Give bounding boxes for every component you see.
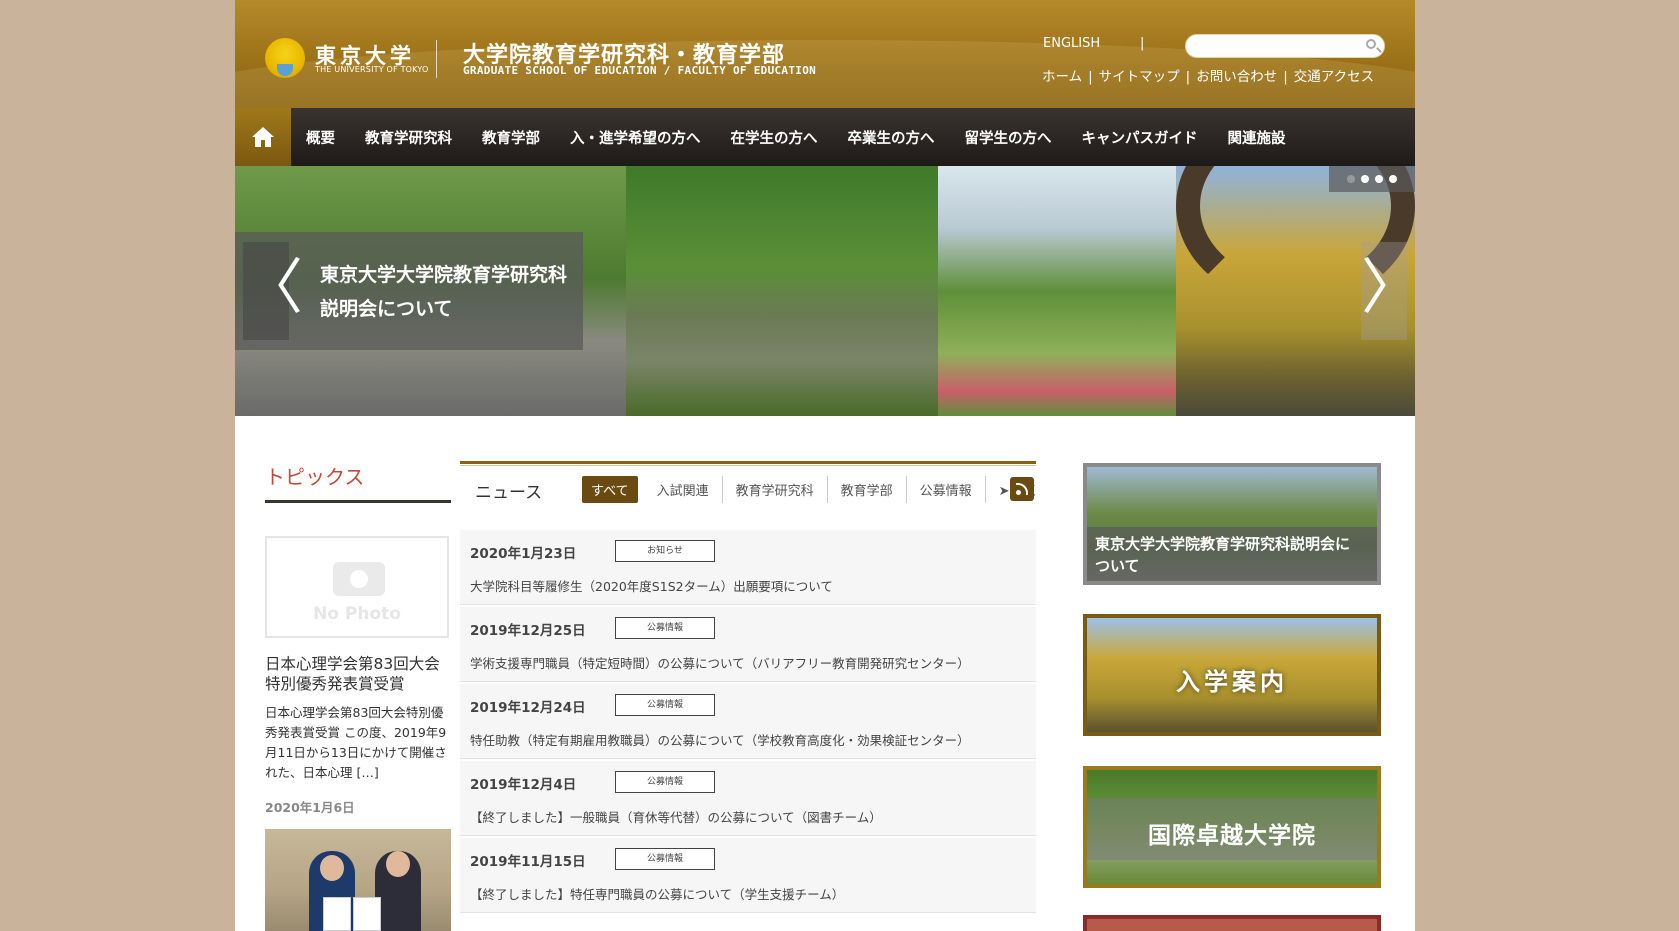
news-date: 2020年1月23日 [470, 546, 577, 562]
nav-item-international[interactable]: 留学生の方へ [950, 127, 1067, 148]
admission-banner-text: 入学案内 [1176, 668, 1288, 696]
news-date: 2019年11月15日 [470, 854, 586, 870]
util-link-contact[interactable]: お問い合わせ [1196, 69, 1277, 85]
news-tab-all[interactable]: すべて [582, 476, 638, 503]
nav-item-campus-guide[interactable]: キャンパスガイド [1067, 127, 1213, 148]
search-icon[interactable] [1366, 39, 1376, 49]
global-graduate-banner-text: 国際卓越大学院 [1148, 823, 1316, 849]
rss-icon[interactable] [1010, 477, 1034, 501]
nav-item-alumni[interactable]: 卒業生の方へ [833, 127, 950, 148]
nav-item-students[interactable]: 在学生の方へ [716, 127, 833, 148]
news-top-border-light [460, 465, 1036, 466]
slider-dot-4[interactable] [1389, 175, 1397, 183]
news-category-badge: 公募情報 [615, 848, 715, 870]
news-category-badge: 公募情報 [615, 617, 715, 639]
news-tabs: すべて 入試関連 教育学研究科 教育学部 公募情報 ➤一覧 [582, 476, 1042, 503]
util-link-sitemap[interactable]: サイトマップ [1099, 69, 1180, 85]
topics-title: トピックス [265, 465, 365, 489]
logo-divider [436, 40, 437, 78]
util-link-access[interactable]: 交通アクセス [1294, 69, 1374, 85]
university-name-en[interactable]: THE UNIVERSITY OF TOKYO [315, 65, 428, 74]
nav-item-graduate-school[interactable]: 教育学研究科 [350, 127, 467, 148]
news-category-badge: 公募情報 [615, 694, 715, 716]
topic-photo[interactable] [265, 829, 451, 931]
site-header: 東京大学 THE UNIVERSITY OF TOKYO 大学院教育学研究科・教… [235, 0, 1415, 108]
util-separator: | [1088, 69, 1093, 85]
photo-person-head [386, 851, 410, 877]
news-row[interactable]: 2019年12月4日 公募情報 【終了しました】一般職員（育休等代替）の公募につ… [460, 761, 1036, 836]
topic-date: 2020年1月6日 [265, 800, 355, 815]
slider-dots [1329, 166, 1415, 192]
global-graduate-banner[interactable]: 国際卓越大学院 [1083, 766, 1381, 888]
briefing-banner[interactable]: 東京大学大学院教育学研究科説明会について [1083, 463, 1381, 585]
news-category-badge: お知らせ [615, 540, 715, 562]
admission-banner[interactable]: 入学案内 [1083, 614, 1381, 736]
news-headline[interactable]: 特任助教（特定有期雇用教職員）の公募について（学校教育高度化・効果検証センター） [470, 730, 970, 749]
utility-links: ホーム | サイトマップ | お問い合わせ | 交通アクセス [1042, 65, 1374, 85]
util-separator: | [1283, 69, 1288, 85]
news-tab-graduate-school[interactable]: 教育学研究科 [723, 476, 828, 503]
home-button[interactable] [235, 108, 291, 166]
news-date: 2019年12月24日 [470, 700, 586, 716]
topic-excerpt: 日本心理学会第83回大会特別優秀発表賞受賞 この度、2019年9月11日から13… [265, 705, 447, 780]
additional-banner[interactable] [1083, 915, 1381, 931]
news-tab-admissions[interactable]: 入試関連 [644, 476, 723, 503]
news-headline[interactable]: 【終了しました】特任専門職員の公募について（学生支援チーム） [470, 884, 844, 903]
header-separator: | [1140, 36, 1145, 51]
topics-divider [265, 500, 451, 503]
nav-item-prospective[interactable]: 入・進学希望の方へ [555, 127, 716, 148]
util-separator: | [1185, 69, 1191, 85]
main-nav: 概要 教育学研究科 教育学部 入・進学希望の方へ 在学生の方へ 卒業生の方へ 留… [235, 108, 1415, 166]
topic-thumbnail-placeholder[interactable]: No Photo [265, 536, 449, 638]
university-logo-icon[interactable] [265, 38, 305, 78]
nophoto-label: No Photo [313, 604, 401, 624]
home-icon [252, 127, 274, 147]
hero-slider: 東京大学大学院教育学研究科説明会について 〈 〉 [235, 166, 1415, 416]
camera-icon [333, 562, 385, 596]
slider-dot-3[interactable] [1375, 175, 1383, 183]
english-link[interactable]: ENGLISH [1043, 36, 1100, 51]
news-row[interactable]: 2020年1月23日 お知らせ 大学院科目等履修生（2020年度S1S2ターム）… [460, 530, 1036, 605]
slider-dot-1[interactable] [1347, 175, 1355, 183]
news-row[interactable]: 2019年12月25日 公募情報 学術支援専門職員（特定短時間）の公募について（… [460, 607, 1036, 682]
news-category-badge: 公募情報 [615, 771, 715, 793]
slider-dot-2[interactable] [1361, 175, 1369, 183]
search-input[interactable] [1196, 36, 1365, 58]
news-tab-recruitment[interactable]: 公募情報 [907, 476, 986, 503]
util-link-home[interactable]: ホーム [1042, 69, 1082, 85]
news-date: 2019年12月4日 [470, 777, 577, 793]
news-date: 2019年12月25日 [470, 623, 586, 639]
news-headline[interactable]: 大学院科目等履修生（2020年度S1S2ターム）出願要項について [470, 576, 833, 595]
nav-item-facilities[interactable]: 関連施設 [1213, 127, 1301, 148]
search-box [1185, 34, 1385, 58]
news-top-border [460, 461, 1036, 464]
news-headline[interactable]: 学術支援専門職員（特定短時間）の公募について（バリアフリー教育開発研究センター） [470, 653, 970, 672]
nav-items: 概要 教育学研究科 教育学部 入・進学希望の方へ 在学生の方へ 卒業生の方へ 留… [291, 108, 1301, 166]
news-headline[interactable]: 【終了しました】一般職員（育休等代替）の公募について（図書チーム） [470, 807, 882, 826]
photo-certificate [353, 897, 381, 931]
news-title: ニュース [475, 483, 543, 503]
nav-item-overview[interactable]: 概要 [291, 127, 350, 148]
photo-certificate [323, 897, 351, 931]
slide-caption-text[interactable]: 東京大学大学院教育学研究科説明会について [320, 258, 580, 326]
briefing-banner-text: 東京大学大学院教育学研究科説明会について [1095, 535, 1351, 575]
slide-image-garden [938, 166, 1176, 416]
slide-image-pond [626, 166, 938, 416]
news-row[interactable]: 2019年12月24日 公募情報 特任助教（特定有期雇用教職員）の公募について（… [460, 684, 1036, 759]
news-tab-faculty[interactable]: 教育学部 [828, 476, 907, 503]
nav-item-faculty[interactable]: 教育学部 [467, 127, 555, 148]
slider-next-button[interactable]: 〉 [1361, 242, 1415, 340]
slider-prev-button[interactable]: 〈 [243, 242, 303, 340]
news-row[interactable]: 2019年11月15日 公募情報 【終了しました】特任専門職員の公募について（学… [460, 838, 1036, 913]
page: 東京大学 THE UNIVERSITY OF TOKYO 大学院教育学研究科・教… [235, 0, 1415, 931]
photo-person-head [320, 855, 344, 881]
school-title-en[interactable]: GRADUATE SCHOOL OF EDUCATION / FACULTY O… [463, 64, 816, 77]
topic-heading[interactable]: 日本心理学会第83回大会特別優秀発表賞受賞 [265, 654, 451, 694]
